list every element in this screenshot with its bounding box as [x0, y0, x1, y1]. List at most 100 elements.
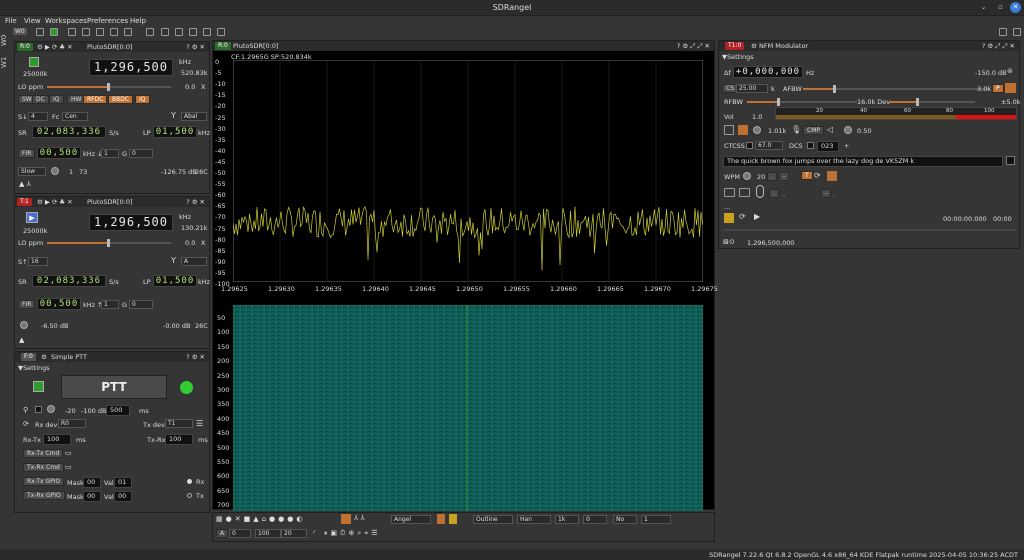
text-button[interactable]: T — [801, 171, 813, 180]
close-workspace-icon[interactable] — [1013, 28, 1021, 36]
spectrum-ctl-icons-2[interactable]: ◜ ⏸▣⏱⊕⌕⌖☰ — [313, 529, 381, 538]
rx-window-buttons[interactable]: ?⚙✕ — [186, 43, 207, 51]
rx-decim-select[interactable]: 4 — [28, 112, 48, 121]
nfm-window-buttons[interactable]: ?⚙⤢⤢✕ — [982, 42, 1017, 51]
averaging-select[interactable]: No — [613, 515, 637, 524]
file-slider[interactable] — [723, 229, 1017, 231]
vox-hold-input[interactable]: 500 — [106, 405, 130, 416]
tx-interp-select[interactable]: 16 — [28, 257, 48, 266]
cmp-knob[interactable] — [844, 126, 852, 134]
maximize-icon[interactable]: ▫ — [995, 2, 1006, 13]
dash-button[interactable]: - — [779, 172, 790, 181]
vtab-w0[interactable]: W0 — [0, 34, 12, 46]
window-select[interactable]: Han — [517, 515, 551, 524]
nfm-gear-icon[interactable]: ⚙ — [751, 42, 757, 50]
tx-channel-icons[interactable]: ▲ — [19, 336, 24, 344]
key-dash-button[interactable]: - — [821, 189, 832, 198]
mic-gain-icon[interactable] — [724, 125, 734, 135]
ctcss-select[interactable]: 67.0 — [755, 141, 783, 150]
rx-hwiq-button[interactable]: IQ — [135, 95, 150, 104]
menu-preferences[interactable]: Preferences — [87, 17, 128, 25]
menu-view[interactable]: View — [24, 17, 41, 25]
rx-lo-x[interactable]: X — [201, 83, 205, 91]
rxtx-gpio-button[interactable]: Rx-Tx GPIO — [23, 477, 65, 486]
ptt-button[interactable]: PTT — [61, 375, 167, 399]
tx-lp-display[interactable]: 01,500 — [153, 275, 197, 287]
file-play-icon[interactable]: ▶ — [754, 212, 760, 221]
fps-select[interactable]: 20 — [281, 529, 307, 538]
tx-lo-slider[interactable] — [47, 239, 171, 247]
menu-file[interactable]: File — [5, 17, 17, 25]
rx-frequency-display[interactable]: 1,296,500 — [89, 59, 173, 76]
tile-icon[interactable] — [146, 28, 154, 36]
tx-dev-select[interactable]: T1 — [165, 419, 193, 428]
range-select[interactable]: 100 — [255, 529, 281, 538]
rxtx-cmd-folder-icon[interactable]: ▭ — [65, 449, 72, 457]
tone-knob[interactable] — [753, 126, 761, 134]
vtab-w1[interactable]: W1 — [0, 56, 12, 68]
tx-window-buttons[interactable]: ?⚙✕ — [186, 198, 207, 206]
txrx-mask-input[interactable]: 00 — [83, 491, 101, 502]
file-open-icon[interactable] — [724, 213, 734, 223]
load-icon[interactable] — [217, 28, 225, 36]
waterfall[interactable] — [233, 305, 703, 511]
txrx-cmd-button[interactable]: Tx-Rx Cmd — [23, 463, 64, 472]
tx-frequency-display[interactable]: 1,296,500 — [89, 214, 173, 231]
rxtx-cmd-button[interactable]: Rx-Tx Cmd — [23, 449, 64, 458]
rxtx-delay-input[interactable]: 100 — [43, 434, 71, 445]
txrx-cmd-folder-icon[interactable]: ▭ — [65, 463, 72, 471]
vox-icon[interactable]: ⚲ — [23, 406, 28, 414]
rxtx-mask-input[interactable]: 00 — [83, 477, 101, 488]
cs-select[interactable]: 25.00 — [736, 84, 768, 93]
rx-fir-decim-select[interactable]: 1 — [101, 149, 119, 158]
df-display[interactable]: +0,000,000 — [733, 66, 803, 78]
morse-text-input[interactable]: The quick brown fox jumps over the lazy … — [723, 156, 1003, 167]
dcs-input[interactable]: 023 — [817, 141, 839, 152]
style-select[interactable]: Outline — [473, 515, 513, 524]
rx-header-icons[interactable]: ⚙▶⟳♣✕ — [37, 43, 75, 51]
rx-add-icon[interactable] — [68, 28, 76, 36]
spectrum-ctl-icons[interactable]: ▦●✕■▲⌂●●●◐ — [216, 515, 305, 523]
rx-iq-button[interactable]: IQ — [49, 95, 64, 104]
txrx-gpio-button[interactable]: Tx-Rx GPIO — [23, 491, 65, 500]
filter-icon[interactable] — [1005, 83, 1016, 93]
mimo-add-icon[interactable] — [96, 28, 104, 36]
mouse-icon[interactable] — [756, 185, 764, 198]
nfm-settings-toggle[interactable]: ▼Settings — [722, 53, 754, 61]
rxtx-val-input[interactable]: 01 — [114, 477, 132, 488]
txrx-val-input[interactable]: 00 — [114, 491, 132, 502]
start-icon[interactable] — [50, 28, 58, 36]
rx-fir-button[interactable]: FIR — [18, 149, 36, 158]
mic-icon[interactable]: 🎙 — [791, 125, 801, 134]
tx-fir-display[interactable]: 00,500 — [37, 298, 81, 310]
tx-samplerate-display[interactable]: 02,083,336 — [32, 275, 106, 287]
nfm-status-icons[interactable]: ⊠⊙ — [723, 238, 735, 246]
close-icon[interactable]: ✕ — [1010, 2, 1021, 13]
key-icon[interactable] — [739, 188, 750, 197]
palette-select[interactable]: Angel — [391, 515, 431, 524]
file-loop-icon[interactable]: ⟳ — [739, 212, 746, 221]
rx-samplerate-display[interactable]: 02,083,336 — [32, 126, 106, 138]
bar-icon[interactable] — [449, 514, 457, 524]
txrx-delay-input[interactable]: 100 — [165, 434, 193, 445]
wpm-knob[interactable] — [743, 172, 751, 180]
ptt-start-button[interactable] — [33, 381, 44, 392]
tx-att-knob[interactable] — [20, 321, 28, 329]
workspace-tab[interactable]: W0 — [13, 28, 27, 35]
ptt-gear-icon[interactable]: ⚙ — [41, 353, 47, 361]
triangle-icon[interactable] — [341, 514, 351, 524]
keyboard-icon[interactable] — [724, 188, 735, 197]
rx-lp-display[interactable]: 01,500 — [153, 126, 197, 138]
list-icon[interactable]: ☰ — [196, 419, 203, 428]
loop-icon[interactable]: ⟳ — [814, 171, 821, 180]
preemph-button[interactable]: P — [992, 84, 1004, 93]
dev-slider[interactable] — [889, 98, 975, 106]
minimize-icon[interactable]: ⌄ — [978, 2, 989, 13]
tx-fir-button[interactable]: FIR — [18, 300, 36, 309]
afbw-slider[interactable] — [803, 85, 989, 93]
morse-text-checkbox[interactable] — [1006, 156, 1015, 165]
menu-workspaces[interactable]: Workspaces — [45, 17, 87, 25]
stack-icon[interactable] — [189, 28, 197, 36]
gear-icon[interactable] — [124, 28, 132, 36]
undock-icon[interactable] — [999, 28, 1007, 36]
